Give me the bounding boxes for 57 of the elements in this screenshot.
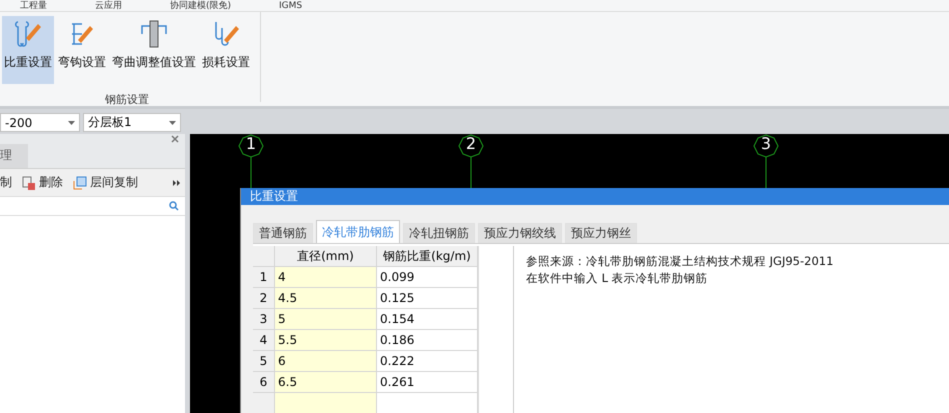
- row-number: 4: [253, 330, 275, 351]
- table-cell[interactable]: 0.125: [377, 288, 478, 309]
- menu-tab[interactable]: IGMS: [279, 1, 302, 11]
- toolbar-button[interactable]: 层间复制: [73, 174, 138, 191]
- table-cell[interactable]: 0.186: [377, 330, 478, 351]
- column-header: 钢筋比重(kg/m): [377, 246, 478, 267]
- caret-icon: [68, 120, 75, 124]
- dropdown[interactable]: 分层板1: [83, 113, 181, 132]
- table-cell[interactable]: 0.099: [377, 267, 478, 288]
- panel-tab[interactable]: 理: [0, 144, 28, 168]
- dialog-tab[interactable]: 预应力钢绞线: [478, 223, 562, 243]
- menu-tab[interactable]: 云应用: [95, 1, 122, 11]
- toolbar-button[interactable]: 制: [0, 174, 12, 191]
- row-number: [253, 393, 275, 413]
- table-cell[interactable]: 6: [275, 351, 377, 372]
- group-label: 钢筋设置: [105, 92, 149, 107]
- close-icon[interactable]: [171, 135, 179, 143]
- dropdown[interactable]: -200: [0, 113, 80, 132]
- caret-icon: [169, 120, 176, 124]
- drawing-canvas[interactable]: 1 2 3 比重设置 普通钢筋 冷轧带肋钢筋 冷轧扭钢筋 预应力钢绞线 预应力钢丝 直径(mm) 钢筋比重(kg/m) 1 4 0.099 2 4.5 0.125 3 5 0.154 4 5.5 0.186 5 6 0.222 6 6.5 0.261 参照来源：冷轧带肋钢筋混凝土结构技术规程 JGJ95-2011 在软件中输入 L 表示冷轧带肋钢筋: [190, 134, 949, 413]
- toolbar-button[interactable]: 删除: [22, 174, 63, 191]
- table-cell[interactable]: 0.222: [377, 351, 478, 372]
- axis-label: 1: [246, 134, 256, 154]
- table-cell[interactable]: 4: [275, 267, 377, 288]
- row-number: 1: [253, 267, 275, 288]
- note-text: 参照来源：冷轧带肋钢筋混凝土结构技术规程 JGJ95-2011: [526, 254, 834, 269]
- table-cell[interactable]: 0.261: [377, 372, 478, 393]
- row-number: 6: [253, 372, 275, 393]
- ribbon-button[interactable]: 比重设置: [2, 16, 54, 84]
- table-cell[interactable]: 5.5: [275, 330, 377, 351]
- column-header: 直径(mm): [275, 246, 377, 267]
- table-cell[interactable]: 6.5: [275, 372, 377, 393]
- table-cell[interactable]: 5: [275, 309, 377, 330]
- menu-tab[interactable]: 协同建模(限免): [170, 1, 232, 11]
- delete-icon: [22, 176, 36, 190]
- table-cell[interactable]: 4.5: [275, 288, 377, 309]
- dialog-tab[interactable]: 普通钢筋: [253, 223, 313, 243]
- dialog-title: 比重设置: [241, 188, 949, 205]
- row-number: 3: [253, 309, 275, 330]
- axis-label: 3: [760, 134, 772, 154]
- dialog-tab[interactable]: 冷轧带肋钢筋: [316, 220, 400, 243]
- note-text: 在软件中输入 L 表示冷轧带肋钢筋: [526, 271, 709, 286]
- table-cell[interactable]: 0.154: [377, 309, 478, 330]
- row-number: 2: [253, 288, 275, 309]
- corner-cell: [253, 246, 275, 267]
- overflow-icon[interactable]: [173, 178, 181, 186]
- menu-tab[interactable]: 工程量: [20, 1, 47, 11]
- ribbon-button[interactable]: 弯曲调整值设置: [110, 16, 198, 84]
- table-cell[interactable]: [275, 393, 377, 413]
- search-icon: [169, 201, 179, 211]
- ribbon-button[interactable]: 弯钩设置: [56, 16, 108, 84]
- ribbon-button[interactable]: 损耗设置: [200, 16, 252, 84]
- axis-label: 2: [466, 134, 476, 154]
- dialog-tab[interactable]: 冷轧扭钢筋: [403, 223, 475, 243]
- row-number: 5: [253, 351, 275, 372]
- dialog-tab[interactable]: 预应力钢丝: [565, 223, 637, 243]
- copy-icon: [73, 176, 87, 190]
